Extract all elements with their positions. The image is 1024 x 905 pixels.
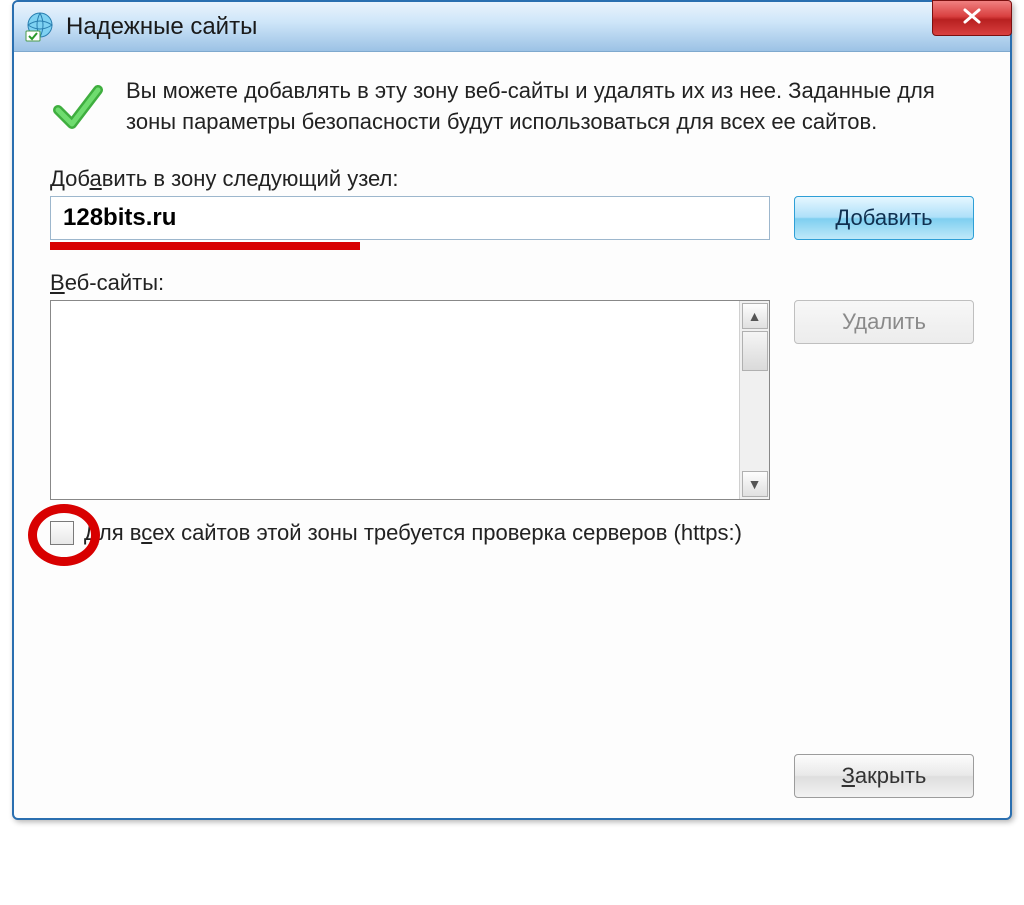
- list-row: ▲ ▼ Удалить: [50, 300, 974, 500]
- info-row: Вы можете добавлять в эту зону веб-сайты…: [50, 76, 974, 138]
- add-site-label: Добавить в зону следующий узел:: [50, 166, 974, 192]
- dialog-content: Вы можете добавлять в эту зону веб-сайты…: [14, 52, 1010, 566]
- close-icon: [961, 7, 983, 30]
- titlebar[interactable]: Надежные сайты: [14, 2, 1010, 52]
- site-url-input[interactable]: [50, 196, 770, 240]
- checkmark-icon: [50, 80, 106, 136]
- scroll-down-icon[interactable]: ▼: [742, 471, 768, 497]
- https-required-checkbox[interactable]: [50, 521, 74, 545]
- globe-icon: [24, 11, 56, 43]
- trusted-sites-dialog: Надежные сайты Вы можете добавлять в эту…: [12, 0, 1012, 820]
- close-dialog-button[interactable]: Закрыть: [794, 754, 974, 798]
- close-button[interactable]: [932, 0, 1012, 36]
- https-checkbox-row: Для всех сайтов этой зоны требуется пров…: [50, 520, 974, 546]
- add-button[interactable]: Добавить: [794, 196, 974, 240]
- info-text: Вы можете добавлять в эту зону веб-сайты…: [126, 76, 974, 138]
- scrollbar[interactable]: ▲ ▼: [739, 301, 769, 499]
- annotation-underline: [50, 242, 360, 250]
- remove-button: Удалить: [794, 300, 974, 344]
- dialog-footer: Закрыть: [794, 754, 974, 798]
- window-title: Надежные сайты: [66, 13, 257, 41]
- websites-label: Веб-сайты:: [50, 270, 974, 296]
- scroll-thumb[interactable]: [742, 331, 768, 371]
- https-checkbox-label: Для всех сайтов этой зоны требуется пров…: [84, 520, 742, 546]
- scroll-up-icon[interactable]: ▲: [742, 303, 768, 329]
- add-row: Добавить: [50, 196, 974, 240]
- websites-listbox[interactable]: ▲ ▼: [50, 300, 770, 500]
